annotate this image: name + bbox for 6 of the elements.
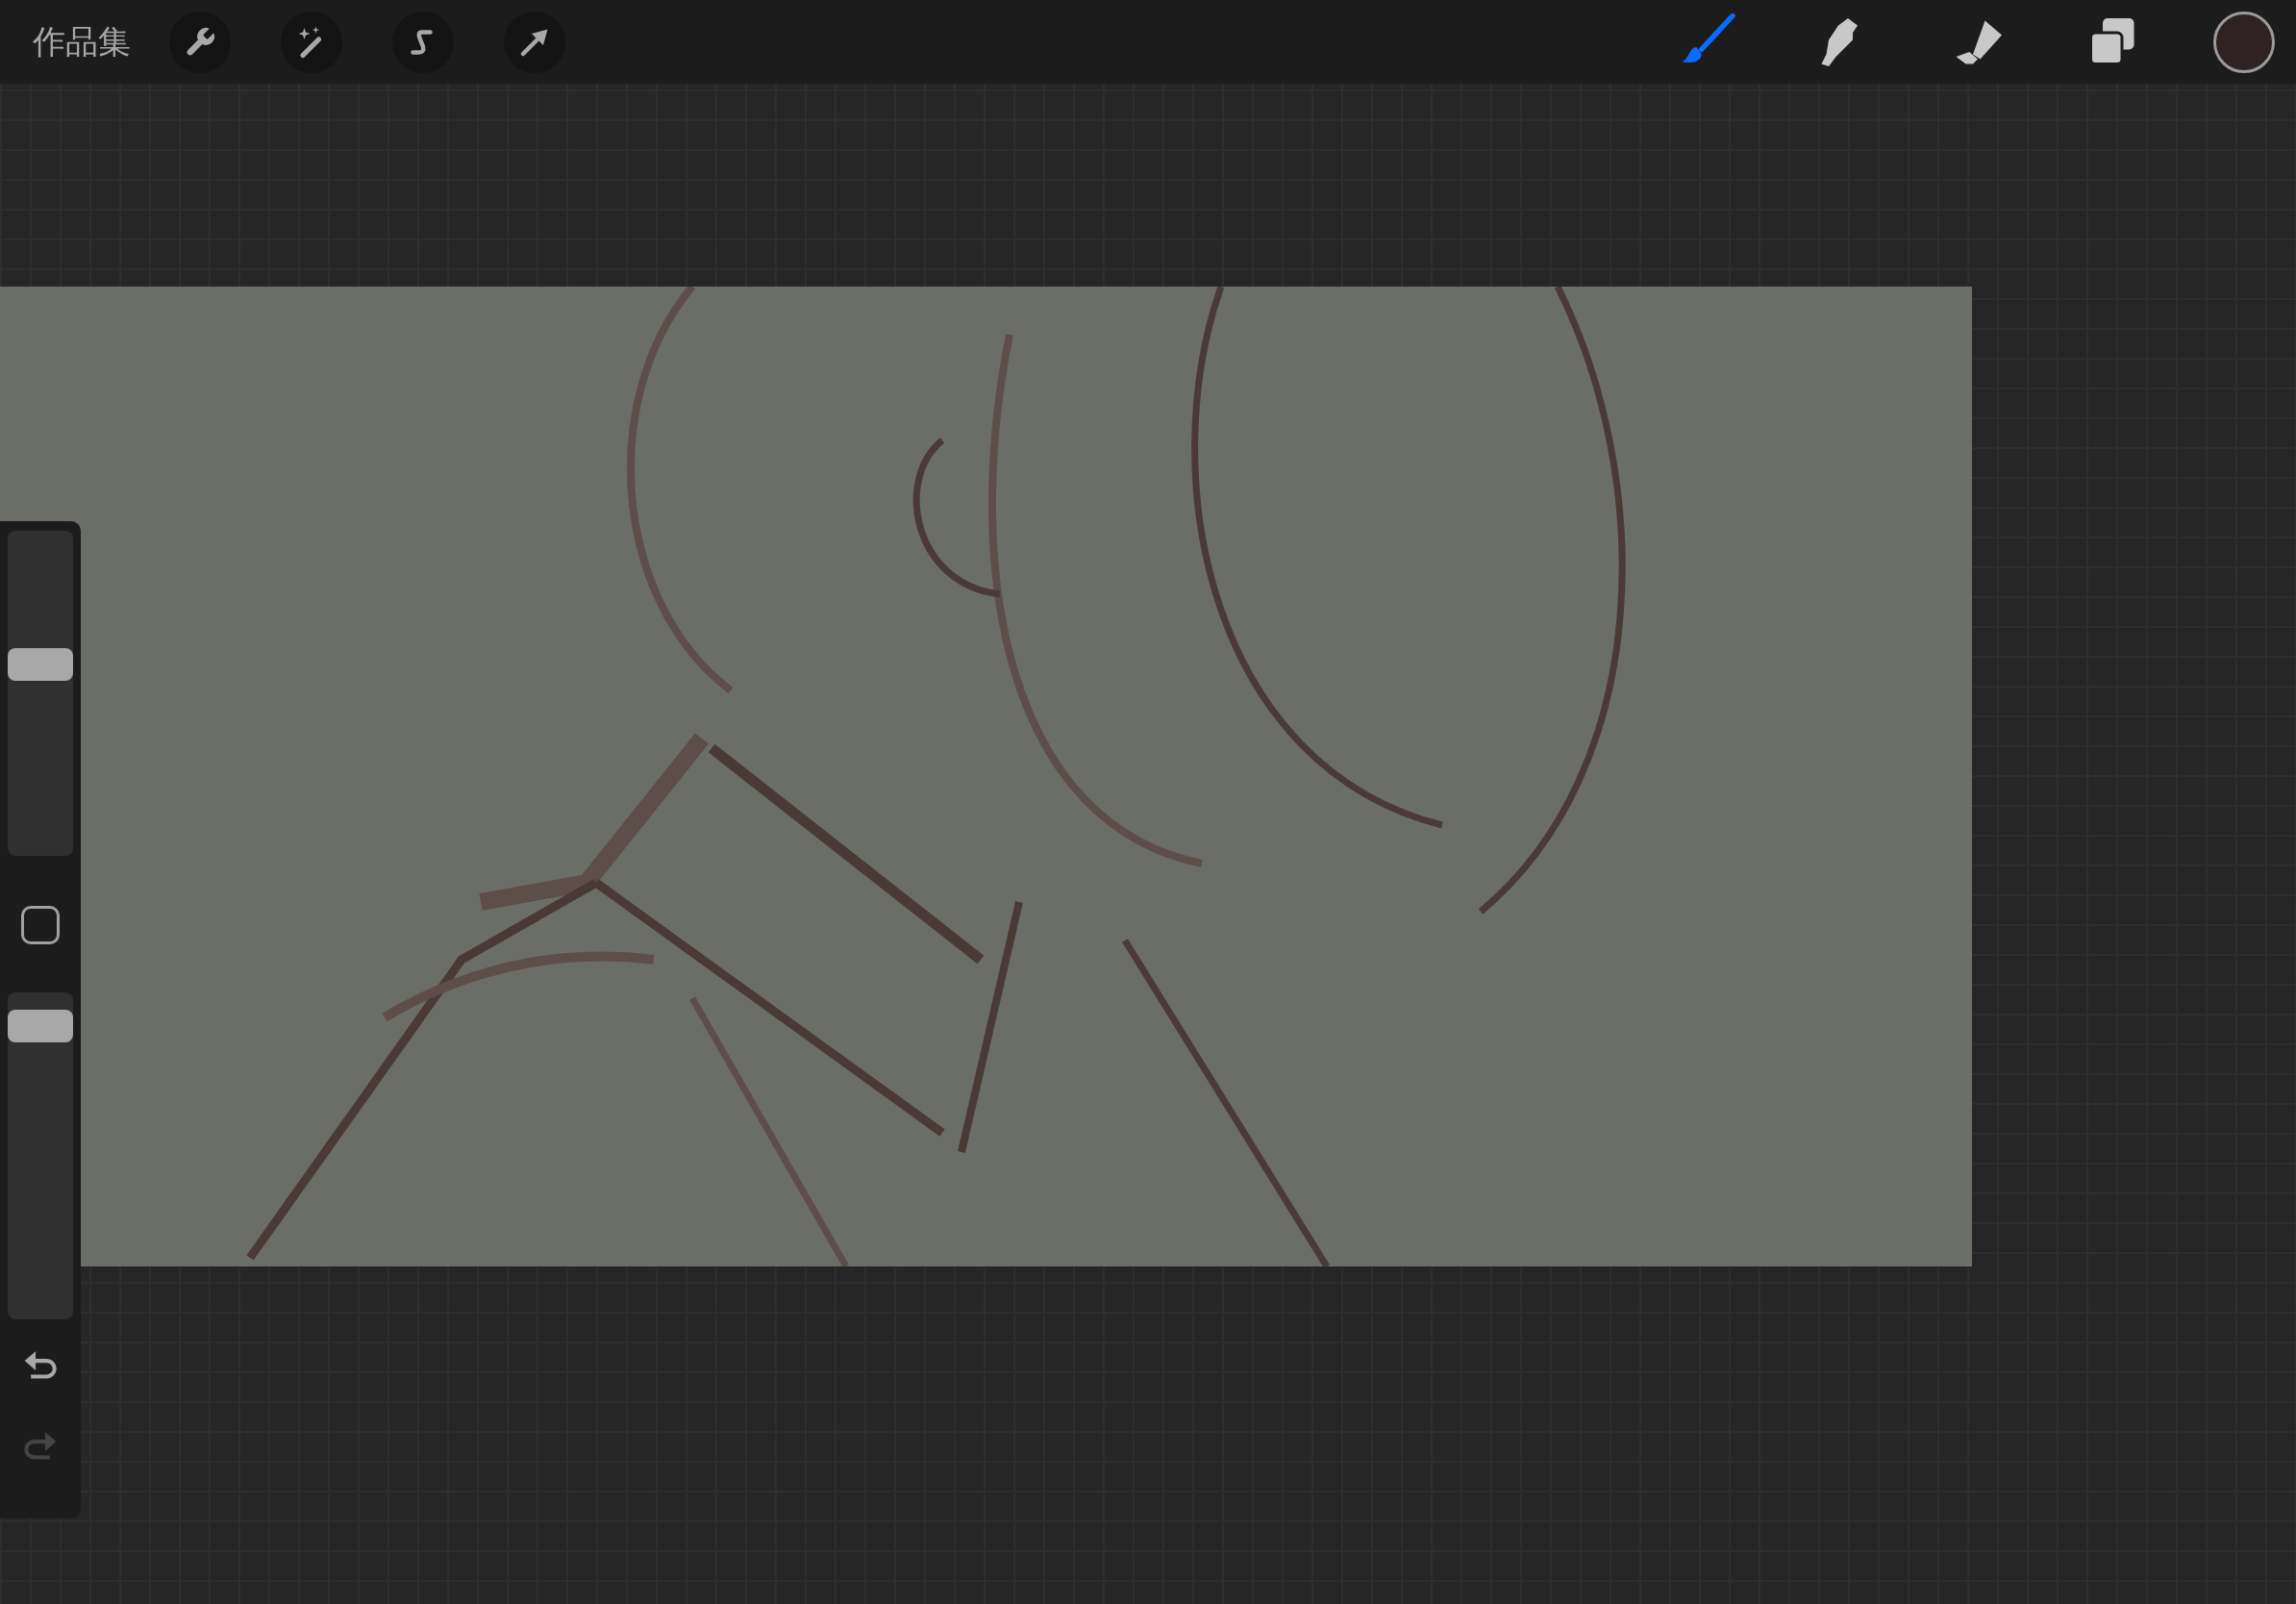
slider-thumb[interactable]: [8, 647, 73, 681]
slider-track[interactable]: [8, 531, 73, 856]
slider-thumb[interactable]: [8, 1010, 73, 1043]
modify-button[interactable]: [21, 906, 60, 944]
slider-track[interactable]: [8, 992, 73, 1319]
gallery-button[interactable]: 作品集: [33, 19, 131, 64]
